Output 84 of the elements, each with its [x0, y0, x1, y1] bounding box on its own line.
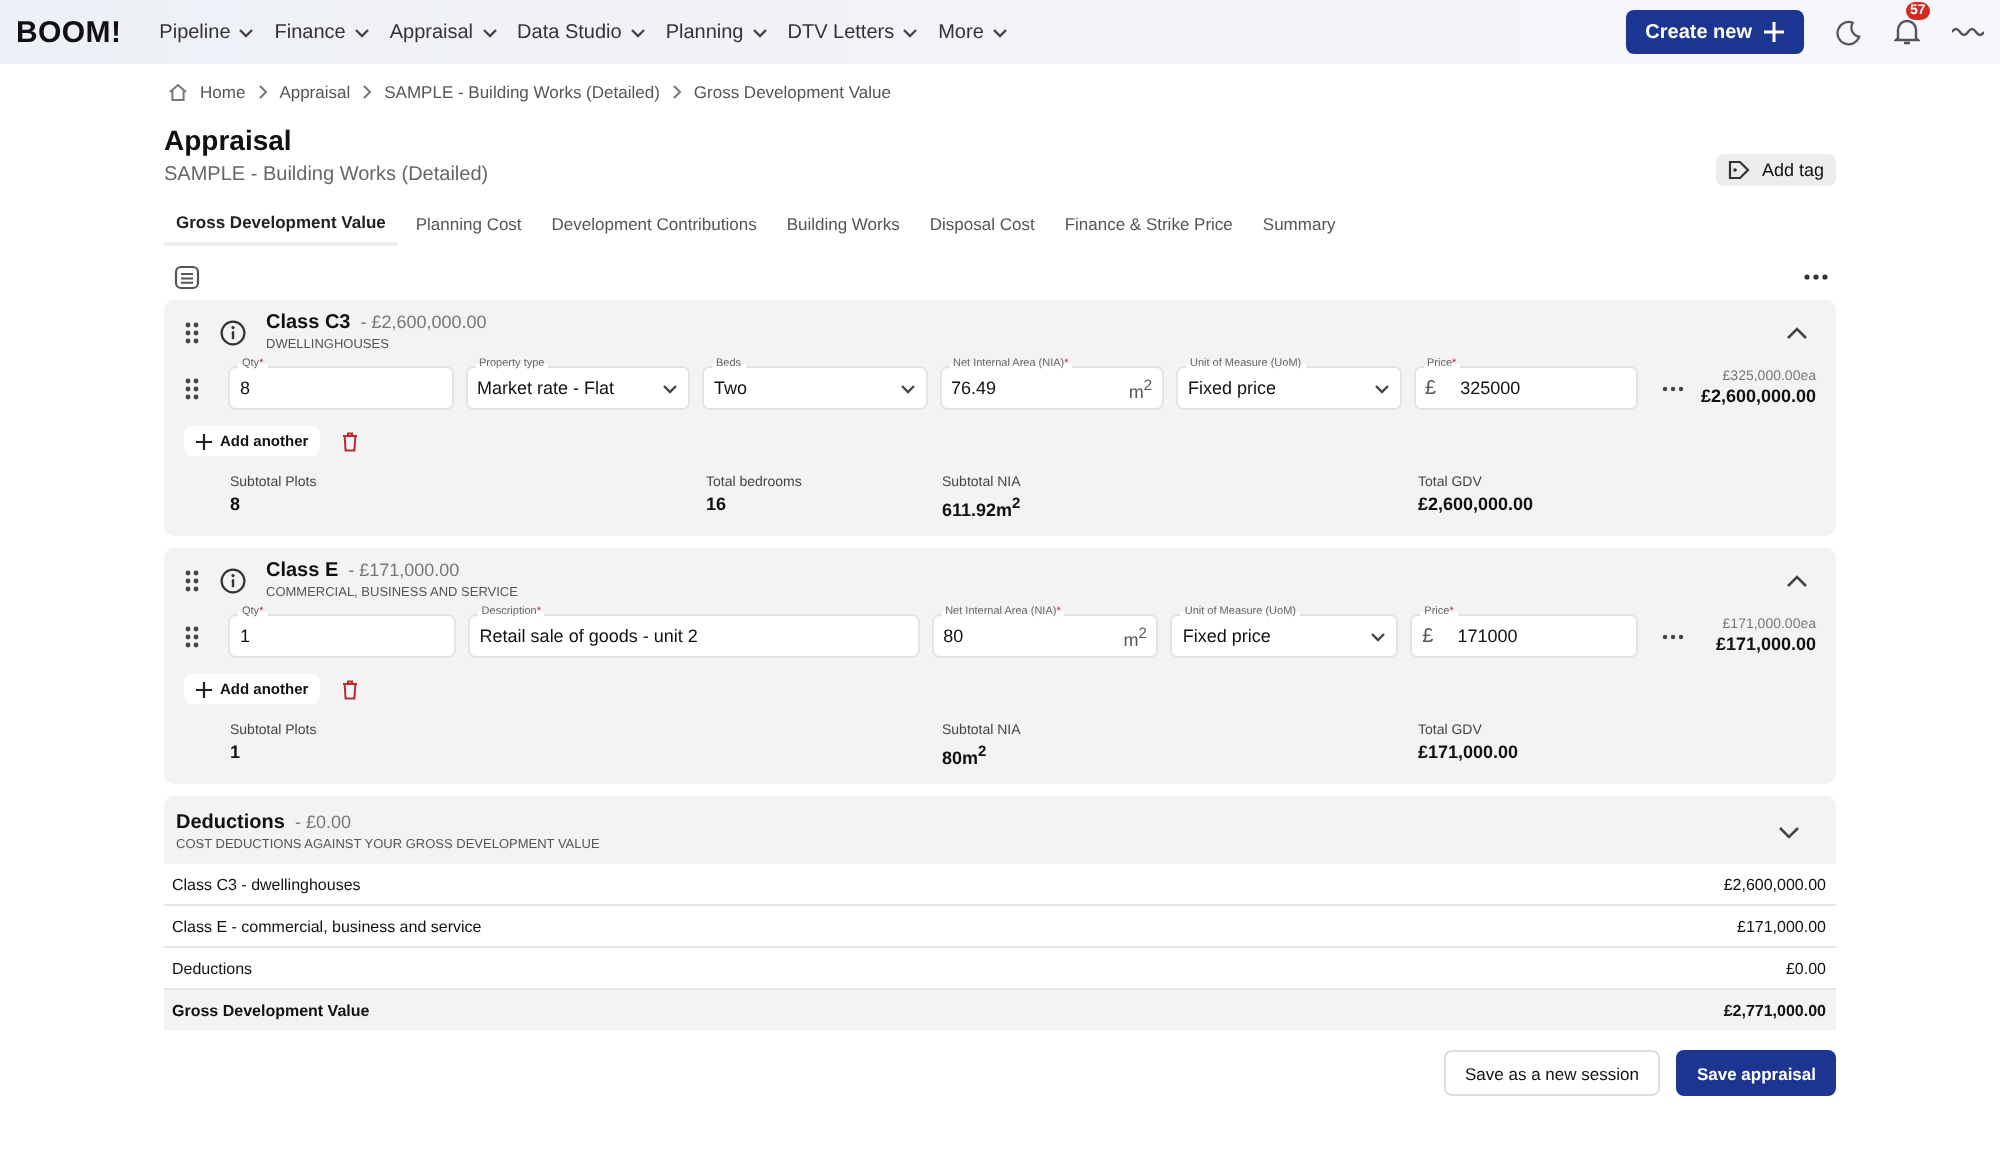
summary-label: Class C3 - dwellinghouses [172, 875, 361, 893]
home-icon [168, 82, 188, 102]
expand-chevron-icon[interactable] [1778, 825, 1800, 839]
stat-value: 8 [230, 494, 243, 514]
dropdown-caret-icon [629, 27, 646, 37]
add-tag-button[interactable]: Add tag [1715, 154, 1836, 186]
section-amount: - £2,600,000.00 [360, 312, 487, 332]
section-amount: - £0.00 [294, 812, 351, 832]
stat-value: £171,000.00 [1418, 742, 1521, 762]
tab[interactable]: Gross Development Value [164, 206, 398, 246]
tab[interactable]: Finance & Strike Price [1052, 206, 1245, 246]
section-title: Class C3 [266, 312, 351, 334]
tab[interactable]: Building Works [774, 206, 912, 246]
nav-menu-item[interactable]: Finance [274, 21, 370, 43]
dropdown-caret-icon [751, 27, 768, 37]
nav-menu-item[interactable]: Planning [665, 21, 768, 43]
plus-icon [196, 433, 212, 449]
notification-bell-icon[interactable] [1894, 18, 1920, 46]
summary-value: £171,000.00 [1737, 917, 1826, 935]
tab[interactable]: Disposal Cost [917, 206, 1047, 246]
collapse-chevron-icon[interactable] [1786, 325, 1808, 339]
section-title: Deductions [176, 812, 285, 834]
nav-menu-item[interactable]: Appraisal [389, 21, 498, 43]
info-icon[interactable] [220, 567, 246, 593]
moon-icon[interactable] [1836, 19, 1862, 45]
page-title: Appraisal [164, 124, 294, 156]
row-options-icon[interactable] [1662, 633, 1684, 639]
more-options-icon[interactable] [1804, 274, 1828, 280]
save-appraisal-button[interactable]: Save appraisal [1676, 1050, 1836, 1096]
tag-icon [1727, 160, 1752, 180]
info-icon[interactable] [220, 319, 246, 345]
dropdown-caret-icon [1370, 631, 1387, 641]
breadcrumb-link[interactable]: Appraisal [279, 82, 351, 102]
row-options-icon[interactable] [1662, 385, 1684, 391]
nav-menu-item[interactable]: DTV Letters [787, 21, 919, 43]
summary-label: Gross Development Value [172, 1001, 370, 1019]
tab[interactable]: Planning Cost [403, 206, 534, 246]
stat-value: 611.92m$^{2}$ [942, 494, 1023, 520]
delete-icon[interactable] [342, 679, 359, 699]
dropdown-caret-icon [991, 27, 1008, 37]
drag-handle-icon[interactable] [184, 321, 200, 343]
nav-menu-item[interactable]: Pipeline [159, 21, 255, 43]
dropdown-caret-icon [899, 383, 915, 393]
logo[interactable]: BOOM! [16, 15, 122, 49]
summary-value: £0.00 [1785, 959, 1826, 977]
nav-menu-item[interactable]: Data Studio [517, 21, 646, 43]
dropdown-caret-icon [902, 27, 919, 37]
dropdown-caret-icon [1373, 383, 1389, 393]
breadcrumb-separator-icon [257, 84, 268, 100]
dropdown-caret-icon [481, 27, 498, 37]
stat-value: 16 [706, 494, 729, 514]
breadcrumb-separator-icon [362, 84, 373, 100]
archive-icon[interactable] [174, 264, 200, 290]
create-new-button[interactable]: Create new [1625, 10, 1804, 54]
stat-value: 1 [230, 742, 243, 762]
summary-value: £2,771,000.00 [1723, 1001, 1826, 1019]
drag-handle-icon[interactable] [184, 377, 200, 399]
stat-value: 80m$^{2}$ [942, 742, 989, 768]
summary-label: Class E - commercial, business and service [172, 917, 482, 935]
section-title: Class E [266, 560, 339, 582]
tab[interactable]: Development Contributions [539, 206, 769, 246]
tab[interactable]: Summary [1250, 206, 1348, 246]
drag-handle-icon[interactable] [184, 569, 200, 591]
dropdown-caret-icon [353, 27, 370, 37]
row-total: £2,600,000.00 [1700, 386, 1816, 406]
dropdown-caret-icon [238, 27, 255, 37]
breadcrumb-link[interactable]: Gross Development Value [693, 82, 891, 102]
stat-value: £2,600,000.00 [1418, 494, 1536, 514]
breadcrumb-link[interactable]: Home [200, 82, 246, 102]
row-total: £171,000.00 [1715, 634, 1816, 654]
nav-menu-item[interactable]: More [938, 21, 1008, 43]
plus-icon [1764, 22, 1784, 42]
breadcrumb-link[interactable]: SAMPLE - Building Works (Detailed) [384, 82, 660, 102]
summary-label: Deductions [172, 959, 253, 977]
delete-icon[interactable] [342, 431, 359, 451]
collapse-chevron-icon[interactable] [1786, 573, 1808, 587]
summary-value: £2,600,000.00 [1723, 875, 1826, 893]
page-subtitle: SAMPLE - Building Works (Detailed) [164, 164, 489, 186]
dropdown-caret-icon [662, 383, 678, 393]
save-as-new-session-button[interactable]: Save as a new session [1443, 1050, 1661, 1096]
drag-handle-icon[interactable] [184, 625, 200, 647]
breadcrumb-separator-icon [671, 84, 682, 100]
plus-icon [196, 681, 212, 697]
section-amount: - £171,000.00 [348, 560, 460, 580]
